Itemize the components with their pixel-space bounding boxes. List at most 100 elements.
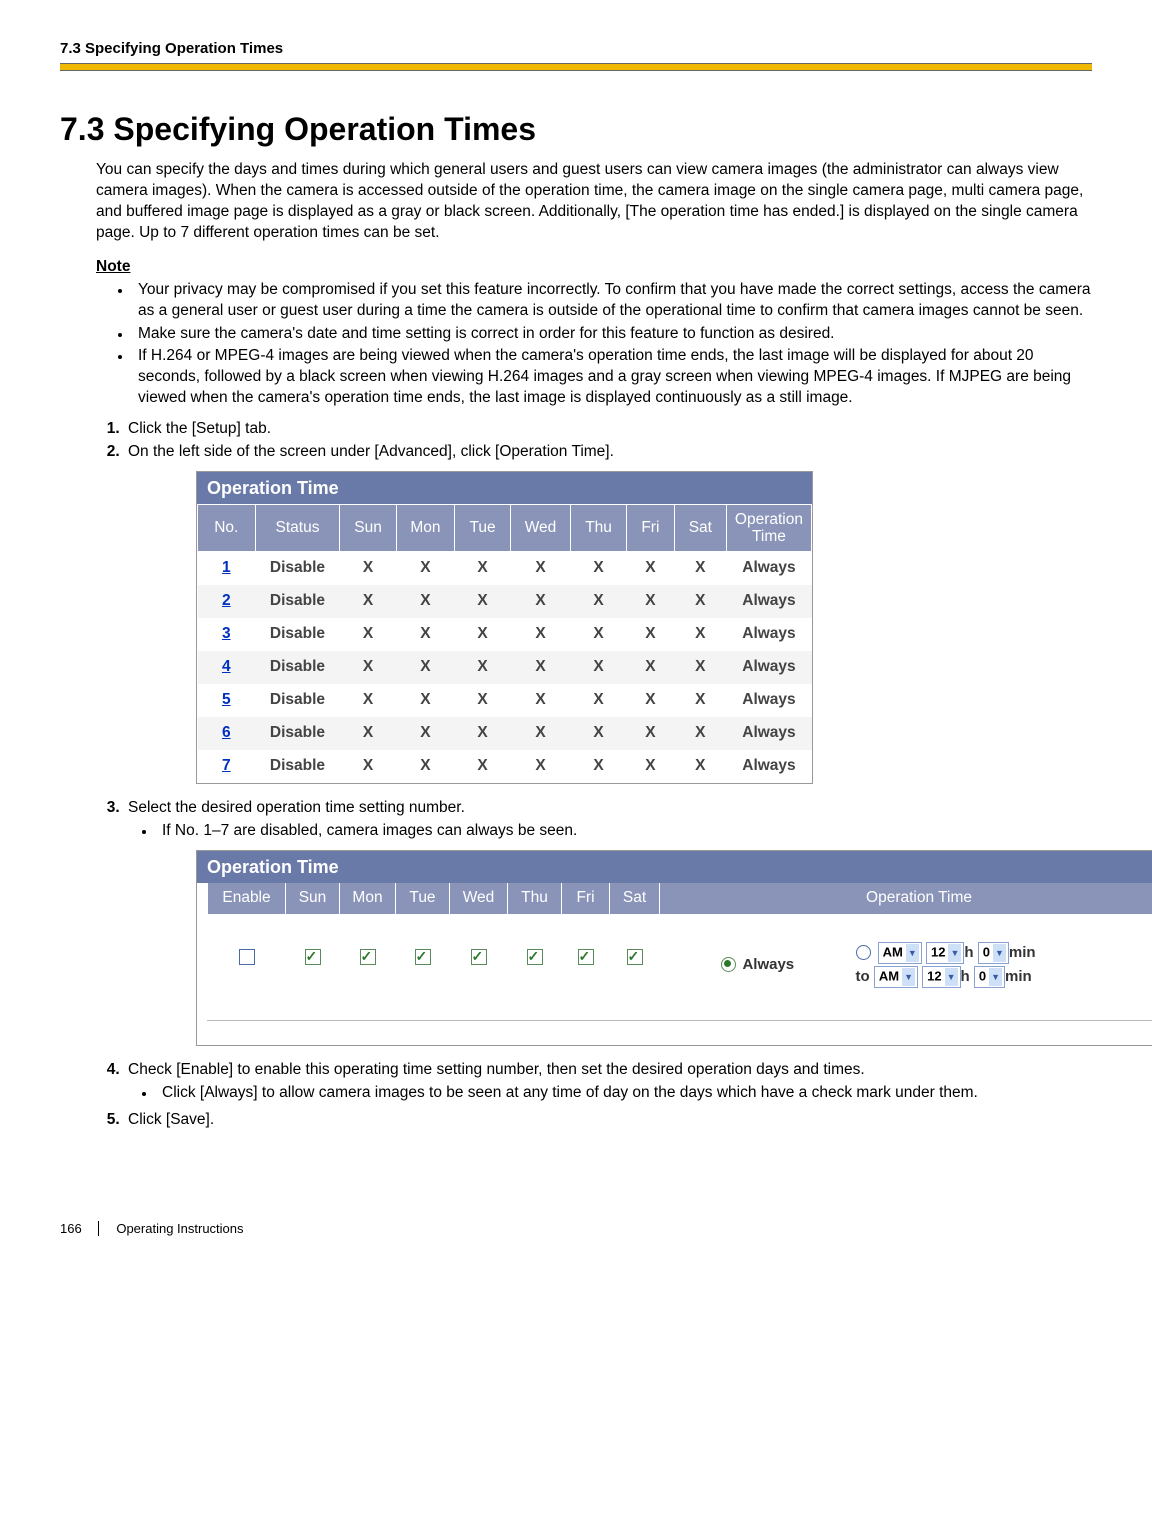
row-no[interactable]: 6 [198,717,256,750]
sun-checkbox[interactable] [305,949,321,965]
row-no[interactable]: 2 [198,585,256,618]
row-thu: X [571,651,627,684]
h-label: h [961,968,970,985]
step-3: Select the desired operation time settin… [124,798,1092,1046]
row-sun: X [340,552,396,585]
th2-thu: Thu [508,883,562,914]
step-5: Click [Save]. [124,1110,1092,1131]
header-divider [60,63,1092,71]
row-sun: X [340,618,396,651]
timerange-radio[interactable] [856,945,871,960]
to-min-select[interactable]: 0▼ [974,966,1005,988]
row-sat: X [674,717,726,750]
row-tue: X [455,750,511,783]
row-sat: X [674,750,726,783]
row-thu: X [571,750,627,783]
step-1: Click the [Setup] tab. [124,419,1092,440]
row-sat: X [674,585,726,618]
row-thu: X [571,585,627,618]
row-sat: X [674,618,726,651]
th2-tue: Tue [396,883,450,914]
step-4-sub: Click [Always] to allow camera images to… [156,1083,1092,1104]
always-radio[interactable] [721,957,736,972]
th-tue: Tue [455,505,511,552]
step-2: On the left side of the screen under [Ad… [124,442,1092,784]
row-mon: X [396,651,454,684]
page-number: 166 [60,1221,99,1236]
tue-checkbox[interactable] [415,949,431,965]
to-label: to [856,968,870,985]
table-row: 5DisableXXXXXXXAlways [198,684,812,717]
running-header: 7.3 Specifying Operation Times [60,40,1092,57]
operation-time-edit-screenshot: Operation Time Enable Sun Mon Tue Wed [196,850,1152,1046]
row-optime: Always [726,750,811,783]
table2-title: Operation Time [197,851,1152,883]
row-status: Disable [255,717,340,750]
from-hour-select[interactable]: 12▼ [926,942,964,964]
thu-checkbox[interactable] [527,949,543,965]
row-tue: X [455,552,511,585]
enable-checkbox[interactable] [239,949,255,965]
row-wed: X [510,618,570,651]
row-wed: X [510,552,570,585]
th2-wed: Wed [450,883,508,914]
row-status: Disable [255,585,340,618]
fri-checkbox[interactable] [578,949,594,965]
to-ampm-select[interactable]: AM▼ [874,966,918,988]
note-item: If H.264 or MPEG-4 images are being view… [132,346,1092,409]
row-wed: X [510,651,570,684]
dropdown-arrow-icon: ▼ [993,944,1006,962]
row-fri: X [627,717,675,750]
row-mon: X [396,717,454,750]
th2-sun: Sun [286,883,340,914]
min-label: min [1005,968,1032,985]
row-status: Disable [255,750,340,783]
from-min-select[interactable]: 0▼ [978,942,1009,964]
dropdown-arrow-icon: ▼ [989,968,1002,986]
row-optime: Always [726,684,811,717]
row-optime: Always [726,585,811,618]
table-row: 7DisableXXXXXXXAlways [198,750,812,783]
operation-time-table: No. Status Sun Mon Tue Wed Thu Fri Sat O… [197,504,812,783]
th-wed: Wed [510,505,570,552]
row-thu: X [571,552,627,585]
row-wed: X [510,717,570,750]
from-ampm-select[interactable]: AM▼ [878,942,922,964]
row-no[interactable]: 4 [198,651,256,684]
row-no[interactable]: 1 [198,552,256,585]
row-fri: X [627,618,675,651]
table-row: 2DisableXXXXXXXAlways [198,585,812,618]
th-fri: Fri [627,505,675,552]
always-label: Always [742,956,794,973]
row-fri: X [627,585,675,618]
row-sun: X [340,684,396,717]
step-3-sub: If No. 1–7 are disabled, camera images c… [156,821,1092,842]
to-hour-select[interactable]: 12▼ [922,966,960,988]
wed-checkbox[interactable] [471,949,487,965]
th2-mon: Mon [340,883,396,914]
sat-checkbox[interactable] [627,949,643,965]
th-optime: Operation Time [726,505,811,552]
row-sun: X [340,585,396,618]
row-sat: X [674,651,726,684]
doc-title: Operating Instructions [116,1221,243,1236]
row-sun: X [340,750,396,783]
dropdown-arrow-icon: ▼ [948,944,961,962]
row-no[interactable]: 5 [198,684,256,717]
row-sat: X [674,684,726,717]
note-list: Your privacy may be compromised if you s… [96,280,1092,410]
row-mon: X [396,684,454,717]
row-sun: X [340,651,396,684]
intro-paragraph: You can specify the days and times durin… [96,160,1092,244]
row-mon: X [396,750,454,783]
row-no[interactable]: 3 [198,618,256,651]
th2-fri: Fri [562,883,610,914]
th-thu: Thu [571,505,627,552]
row-no[interactable]: 7 [198,750,256,783]
row-fri: X [627,750,675,783]
mon-checkbox[interactable] [360,949,376,965]
section-heading: 7.3 Specifying Operation Times [60,111,1092,148]
row-tue: X [455,651,511,684]
row-status: Disable [255,552,340,585]
th-mon: Mon [396,505,454,552]
